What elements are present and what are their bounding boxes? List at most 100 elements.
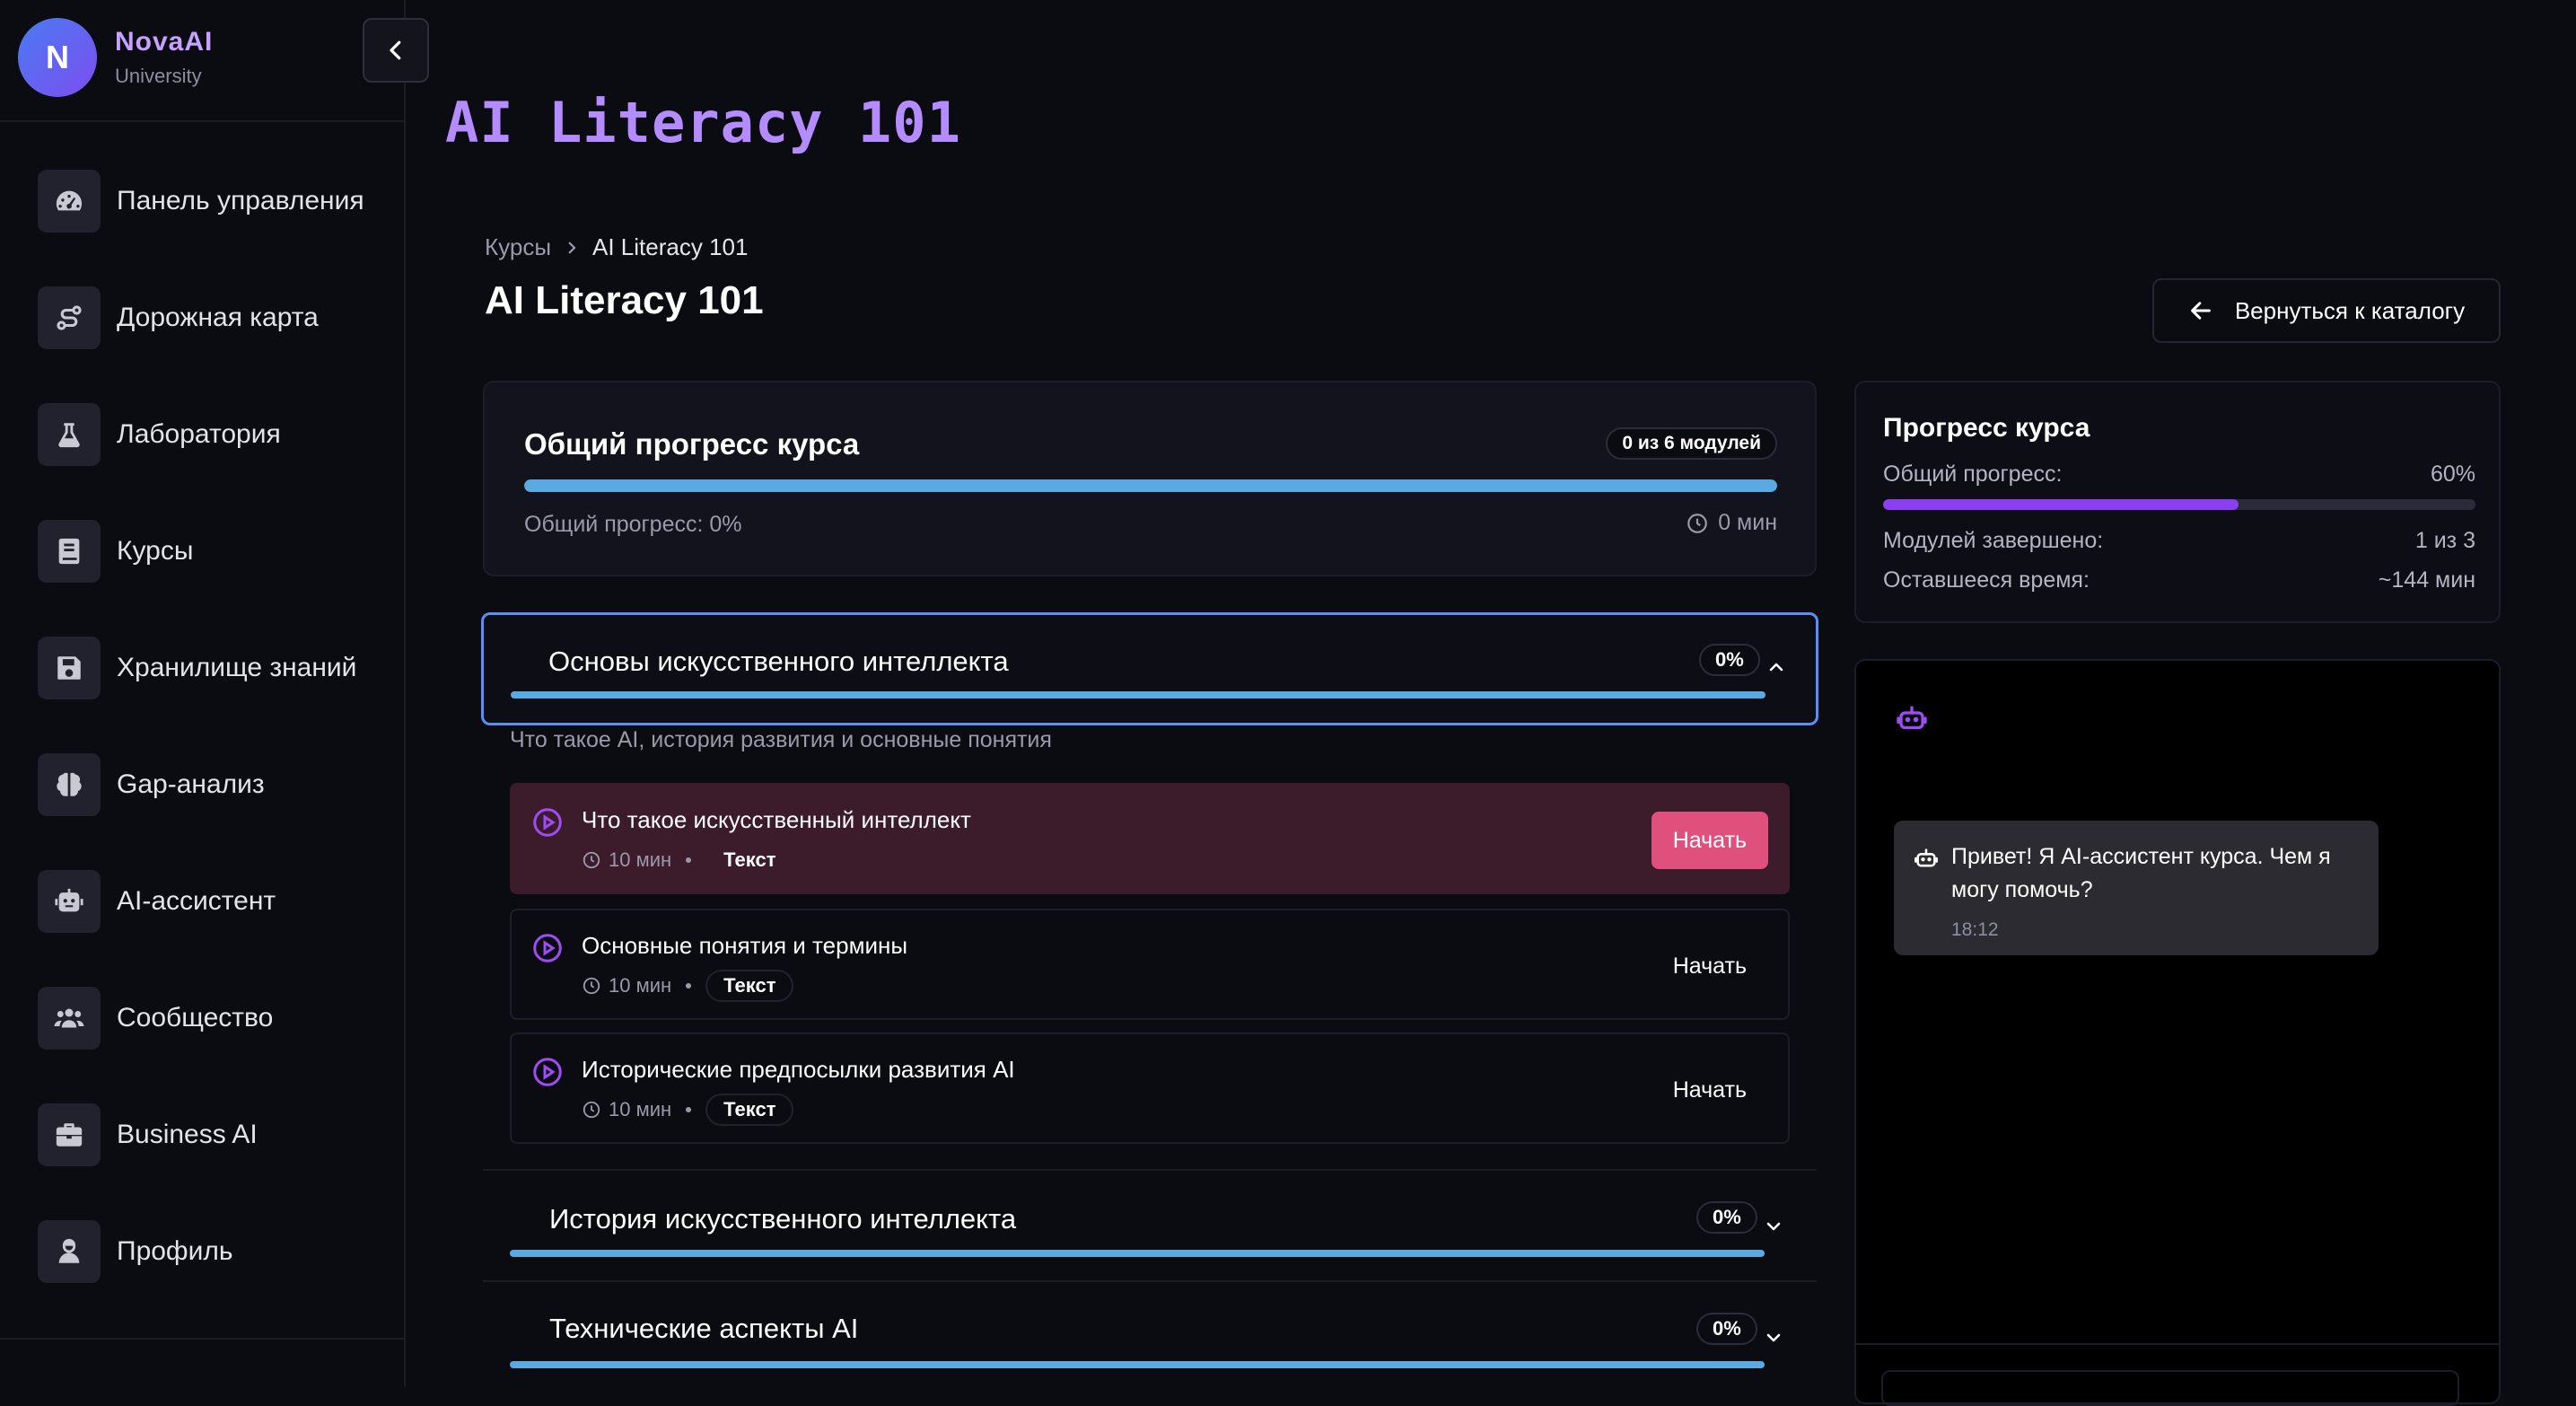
play-circle-icon (533, 808, 562, 837)
lesson-item[interactable]: Основные понятия и термины 10 мин Текст … (510, 909, 1790, 1020)
chevron-left-icon (390, 40, 401, 60)
module-header-expanded[interactable]: Основы искусственного интеллекта 0% (481, 612, 1818, 725)
robot-icon (38, 870, 101, 933)
play-circle-icon (533, 1058, 562, 1086)
brand-name: NovaAI (115, 27, 214, 57)
sidebar-item-roadmap[interactable]: Дорожная карта (38, 286, 397, 350)
sidebar-item-label: Профиль (117, 1236, 233, 1266)
modules-completed-value: 1 из 3 (2414, 528, 2475, 553)
course-progress-fill (1883, 499, 2239, 510)
lesson-meta: 10 мин Текст (582, 970, 794, 1002)
module-title: Технические аспекты AI (549, 1313, 859, 1344)
remaining-time-row: Оставшееся время: ~144 мин (1883, 567, 2475, 593)
clock-icon (1687, 513, 1708, 533)
sidebar-item-label: Курсы (117, 536, 194, 566)
sidebar-item-knowledge[interactable]: Хранилище знаний (38, 636, 397, 700)
lesson-title: Основные понятия и термины (582, 932, 908, 959)
breadcrumb: Курсы AI Literacy 101 (485, 233, 748, 261)
sidebar-item-label: Gap-анализ (117, 769, 265, 799)
briefcase-icon (38, 1103, 101, 1166)
start-lesson-button[interactable]: Начать (1652, 937, 1768, 995)
sidebar-item-label: Дорожная карта (117, 303, 319, 332)
chevron-down-icon (1766, 1222, 1781, 1231)
course-progress-title: Прогресс курса (1883, 413, 2090, 443)
course-progress-bar (1883, 499, 2475, 510)
chat-message-time: 18:12 (1951, 919, 1999, 940)
ai-chat-panel: Привет! Я AI-ассистент курса. Чем я могу… (1854, 659, 2501, 1406)
gauge-icon (38, 170, 101, 233)
overall-progress-text: Общий прогресс: 0% (524, 512, 742, 537)
sidebar-item-label: Хранилище знаний (117, 653, 357, 682)
overall-progress-fill (524, 479, 1777, 492)
lesson-title: Исторические предпосылки развития AI (582, 1056, 1015, 1083)
lesson-item[interactable]: Исторические предпосылки развития AI 10 … (510, 1033, 1790, 1144)
module-title: Основы искусственного интеллекта (548, 646, 1009, 677)
modules-completed-row: Модулей завершено: 1 из 3 (1883, 528, 2475, 554)
sidebar-item-label: Business AI (117, 1120, 258, 1149)
lesson-duration: 10 мин (609, 848, 672, 871)
overall-progress-row: Общий прогресс: 60% (1883, 461, 2475, 488)
chat-message-text: Привет! Я AI-ассистент курса. Чем я могу… (1951, 844, 2331, 902)
chat-divider (1856, 1343, 2499, 1345)
back-button-label: Вернуться к каталогу (2234, 296, 2466, 324)
page-logo-title: AI Literacy 101 (445, 90, 961, 155)
sidebar-item-courses[interactable]: Курсы (38, 519, 397, 584)
module-title: История искусственного интеллекта (549, 1203, 1017, 1235)
flask-icon (38, 403, 101, 466)
separator-dot (686, 857, 692, 863)
play-circle-icon (533, 934, 562, 962)
overall-progress-label: Общий прогресс: (1883, 461, 2063, 487)
sidebar-item-gap[interactable]: Gap-анализ (38, 752, 397, 817)
sidebar-item-profile[interactable]: Профиль (38, 1219, 397, 1284)
start-lesson-button[interactable]: Начать (1652, 1061, 1768, 1119)
sidebar-item-ai-assistant[interactable]: AI-ассистент (38, 869, 397, 934)
sidebar-item-label: Панель управления (117, 186, 364, 215)
remaining-time-value: ~144 мин (2378, 567, 2475, 593)
breadcrumb-current: AI Literacy 101 (592, 233, 749, 260)
module-progress-bar (510, 1250, 1765, 1257)
lesson-title: Что такое искусственный интеллект (582, 806, 971, 833)
module-description: Что такое AI, история развития и основны… (510, 727, 1052, 752)
collapse-sidebar-button[interactable] (363, 18, 429, 83)
chat-input[interactable] (1881, 1370, 2459, 1406)
modules-count-badge: 0 из 6 модулей (1606, 427, 1777, 460)
chevron-right-icon (564, 240, 580, 256)
module-percent-badge: 0% (1696, 1313, 1757, 1345)
sidebar-item-business-ai[interactable]: Business AI (38, 1103, 397, 1167)
overall-progress-card: Общий прогресс курса 0 из 6 модулей Общи… (483, 381, 1817, 576)
user-icon (38, 1220, 101, 1283)
lesson-type-badge: Текст (705, 844, 794, 876)
module-header-collapsed[interactable]: Технические аспекты AI 0% (483, 1280, 1817, 1388)
users-icon (38, 987, 101, 1050)
module-header-collapsed[interactable]: История искусственного интеллекта 0% (483, 1169, 1817, 1277)
sidebar-item-lab[interactable]: Лаборатория (38, 402, 397, 467)
lesson-item[interactable]: Что такое искусственный интеллект 10 мин… (510, 783, 1790, 894)
sidebar-item-dashboard[interactable]: Панель управления (38, 169, 397, 233)
brand[interactable]: N NovaAI University (18, 18, 395, 99)
sidebar-item-label: Сообщество (117, 1003, 274, 1033)
lesson-meta: 10 мин Текст (582, 1094, 794, 1126)
lesson-type-badge: Текст (705, 1094, 794, 1126)
separator-dot (686, 1107, 692, 1112)
book-icon (38, 520, 101, 583)
sidebar-divider (0, 1338, 406, 1340)
save-icon (38, 637, 101, 699)
lesson-type-badge: Текст (705, 970, 794, 1002)
module-progress-bar (511, 691, 1766, 699)
modules-completed-label: Модулей завершено: (1883, 528, 2104, 553)
brand-subtitle: University (115, 65, 202, 87)
start-lesson-button[interactable]: Начать (1651, 812, 1768, 869)
back-to-catalog-button[interactable]: Вернуться к каталогу (2152, 278, 2501, 343)
brand-avatar: N (18, 18, 97, 97)
brain-icon (38, 753, 101, 816)
breadcrumb-courses-link[interactable]: Курсы (485, 233, 551, 261)
overall-time-value: 0 мин (1718, 510, 1777, 535)
sidebar: N NovaAI University Панель управления До… (0, 0, 406, 1386)
lesson-meta: 10 мин Текст (582, 844, 794, 876)
chevron-up-icon (1769, 663, 1783, 672)
sidebar-divider (0, 120, 406, 122)
separator-dot (686, 983, 692, 989)
overall-progress-title: Общий прогресс курса (524, 427, 860, 461)
overall-time: 0 мин (1686, 510, 1777, 536)
sidebar-item-community[interactable]: Сообщество (38, 986, 397, 1050)
